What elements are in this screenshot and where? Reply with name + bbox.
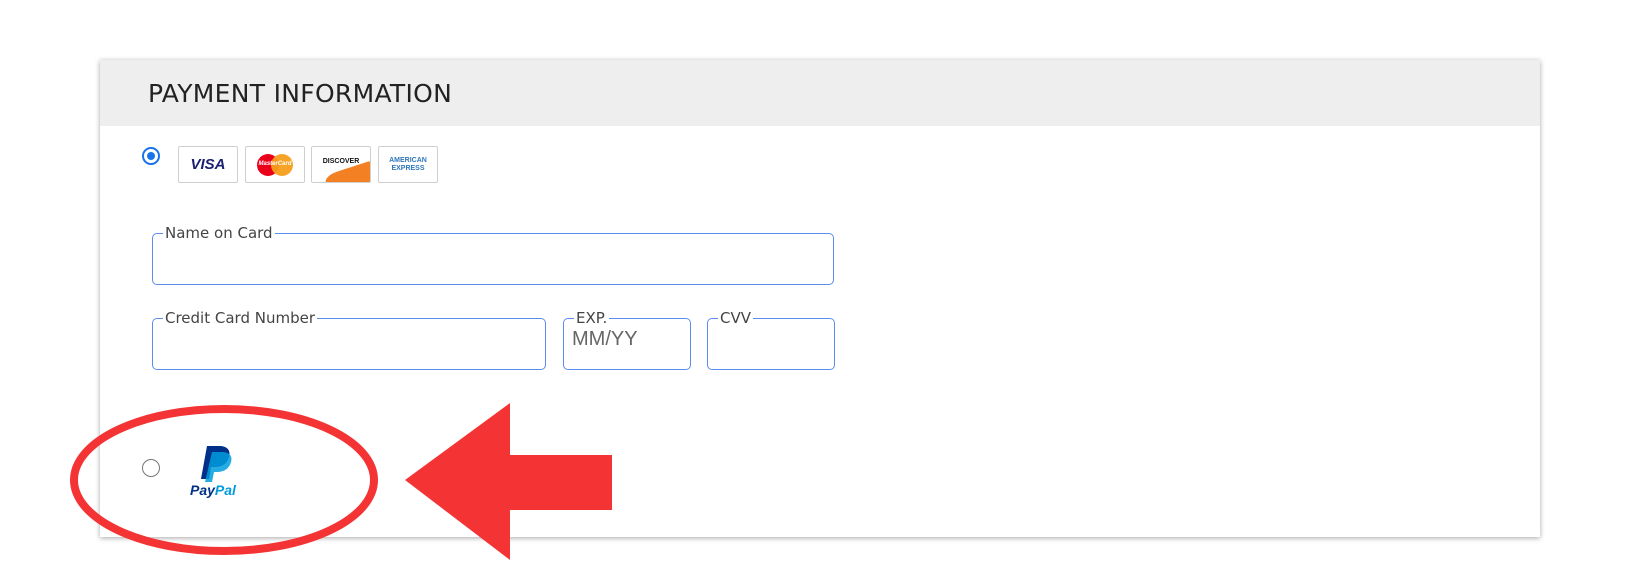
- exp-input[interactable]: [572, 328, 682, 351]
- discover-icon: DISCOVER: [311, 146, 371, 183]
- exp-field: EXP.: [563, 311, 691, 370]
- name-on-card-label: Name on Card: [165, 224, 273, 242]
- visa-icon: VISA: [178, 146, 238, 183]
- amex-label: AMERICAN EXPRESS: [389, 157, 427, 173]
- exp-label: EXP.: [576, 309, 608, 327]
- amex-icon: AMERICAN EXPRESS: [378, 146, 438, 183]
- amex-line2: EXPRESS: [391, 164, 425, 172]
- card-number-label: Credit Card Number: [165, 309, 315, 327]
- amex-line1: AMERICAN: [389, 156, 427, 164]
- paypal-p-icon: [201, 446, 232, 482]
- mastercard-label: MasterCard: [258, 160, 292, 167]
- visa-label: VISA: [190, 156, 226, 173]
- discover-label: DISCOVER: [322, 158, 360, 165]
- paypal-word-pal: Pal: [214, 482, 236, 498]
- paypal-logo-icon: PayPal: [190, 444, 250, 498]
- name-on-card-field: Name on Card: [152, 226, 834, 285]
- card-number-input[interactable]: [161, 328, 537, 351]
- name-on-card-input[interactable]: [161, 243, 825, 266]
- page-title: PAYMENT INFORMATION: [148, 78, 453, 108]
- mastercard-icon: MasterCard: [245, 146, 305, 183]
- paypal-payment-radio[interactable]: [142, 459, 160, 477]
- paypal-wordmark: PayPal: [190, 482, 236, 498]
- paypal-word-pay: Pay: [190, 482, 215, 498]
- cvv-label: CVV: [720, 309, 751, 327]
- payment-header: PAYMENT INFORMATION: [100, 60, 1540, 126]
- mastercard-circles: MasterCard: [257, 153, 293, 176]
- payment-panel: PAYMENT INFORMATION VISA MasterCard DISC…: [100, 60, 1540, 537]
- card-payment-radio[interactable]: [142, 147, 160, 165]
- card-number-field: Credit Card Number: [152, 311, 546, 370]
- checkout-page: PAYMENT INFORMATION VISA MasterCard DISC…: [0, 0, 1635, 575]
- cvv-field: CVV: [707, 311, 835, 370]
- cvv-input[interactable]: [716, 328, 826, 351]
